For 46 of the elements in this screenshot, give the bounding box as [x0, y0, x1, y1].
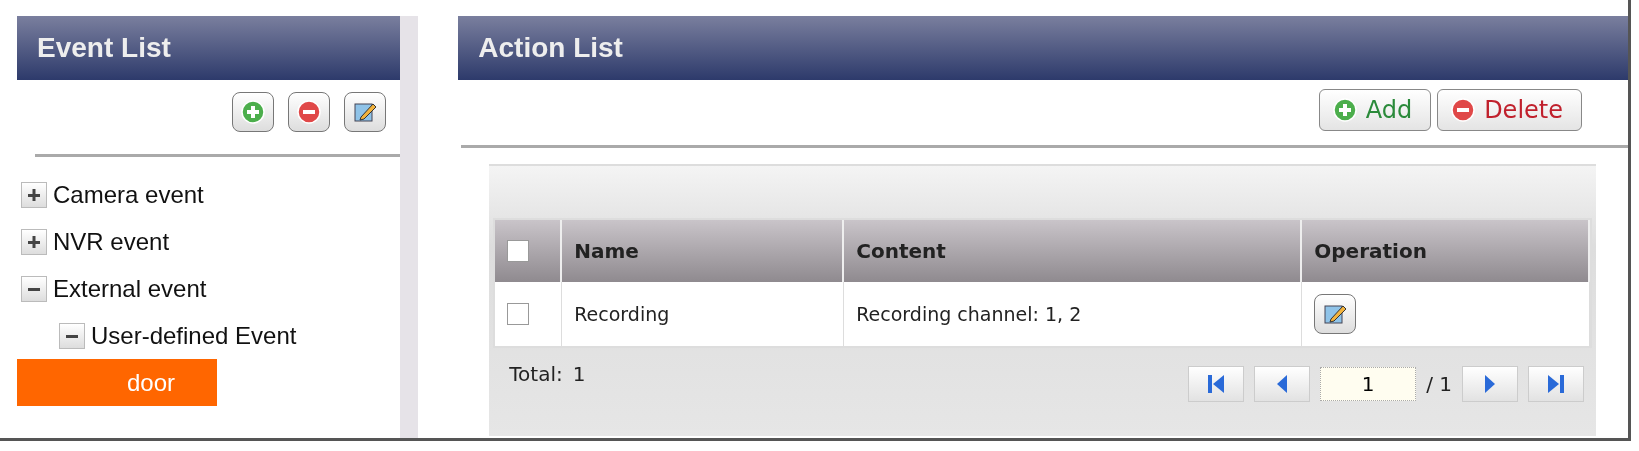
plus-icon [240, 99, 267, 125]
column-header: Name [562, 220, 845, 282]
previous-page-button[interactable] [1254, 366, 1311, 402]
column-header: Operation [1302, 220, 1590, 282]
tree-item-label: External event [53, 274, 207, 303]
total-label: Total: [509, 362, 563, 386]
expand-icon[interactable] [21, 228, 47, 255]
panel-title: Action List [458, 16, 1628, 80]
next-page-button[interactable] [1462, 366, 1518, 402]
table-cell: Recording [562, 282, 845, 346]
tree-item-label: User-defined Event [91, 321, 297, 350]
minus-icon [1450, 97, 1477, 123]
delete-button[interactable]: Delete [1437, 89, 1582, 131]
table-cell: Recording channel: 1, 2 [844, 282, 1303, 346]
total-count: 1 [572, 362, 586, 386]
remove-button[interactable] [288, 92, 331, 132]
collapse-icon[interactable] [59, 322, 85, 349]
last-page-icon [1546, 373, 1566, 395]
select-all-checkbox[interactable] [507, 240, 530, 262]
tree-item-label: door [127, 368, 176, 397]
tree-item[interactable]: External event [17, 265, 207, 312]
panel-title: Event List [17, 16, 401, 80]
previous-icon [1275, 373, 1290, 395]
tree-item[interactable]: NVR event [17, 218, 170, 265]
plus-icon [1331, 97, 1358, 123]
tree-item[interactable]: Camera event [17, 171, 204, 218]
page-count: / 1 [1426, 372, 1452, 396]
tree-item-label: Camera event [53, 180, 204, 209]
edit-button[interactable] [344, 92, 387, 132]
next-icon [1483, 373, 1497, 395]
expand-icon[interactable] [21, 181, 47, 208]
tree-item[interactable]: User-defined Event [17, 312, 297, 359]
pencil-icon [1323, 302, 1348, 326]
first-page-button[interactable] [1188, 366, 1245, 402]
first-page-icon [1206, 373, 1227, 395]
column-header: Content [844, 220, 1303, 282]
row-checkbox[interactable] [507, 303, 530, 325]
add-button[interactable] [232, 92, 275, 132]
minus-icon [296, 99, 323, 125]
add-button[interactable]: Add [1318, 89, 1432, 131]
page-field[interactable]: 1 [1320, 367, 1417, 401]
edit-button[interactable] [1314, 294, 1357, 334]
collapse-icon[interactable] [21, 275, 47, 302]
last-page-button[interactable] [1528, 366, 1584, 402]
pencil-icon [353, 100, 378, 124]
tree-item-label: NVR event [53, 227, 170, 256]
